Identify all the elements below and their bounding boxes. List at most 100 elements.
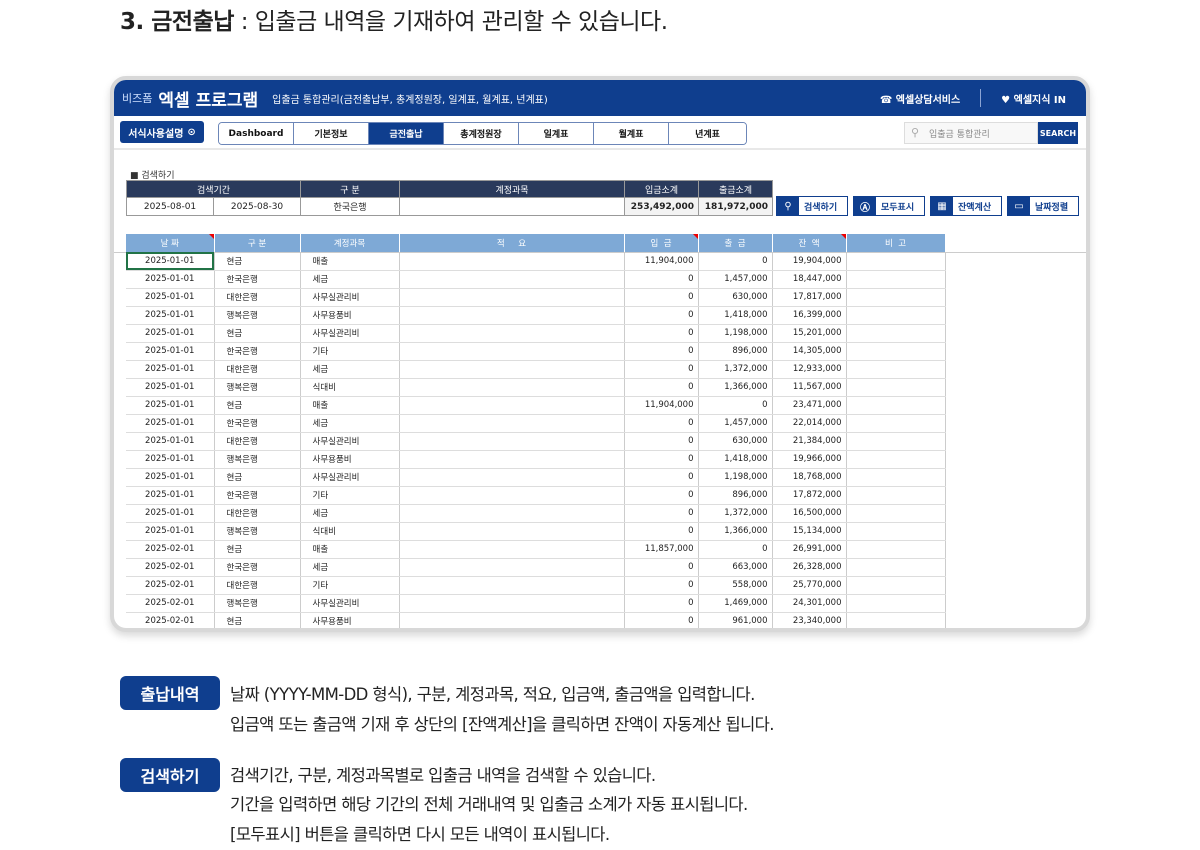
consult-link[interactable]: ☎ 엑셀상담서비스 [880, 91, 960, 106]
balance-cell[interactable]: 19,966,000 [772, 450, 847, 469]
guide-button[interactable]: 서식사용설명 ⊙ [120, 121, 204, 143]
balance-cell[interactable]: 19,904,000 [772, 252, 847, 271]
withdraw-cell[interactable]: 1,198,000 [698, 468, 773, 487]
memo-cell[interactable] [399, 432, 625, 451]
tab-basic-info[interactable]: 기본정보 [294, 123, 369, 144]
account-cell[interactable]: 사무실관리비 [300, 324, 400, 343]
search-input[interactable]: ⚲ 입출금 통합관리 [904, 122, 1038, 144]
account-cell[interactable]: 식대비 [300, 378, 400, 397]
deposit-cell[interactable]: 0 [624, 576, 699, 595]
withdraw-cell[interactable]: 1,457,000 [698, 270, 773, 289]
note-cell[interactable] [846, 540, 946, 559]
date-cell[interactable]: 2025-01-01 [126, 306, 215, 325]
balance-cell[interactable]: 23,471,000 [772, 396, 847, 415]
balance-cell[interactable]: 17,872,000 [772, 486, 847, 505]
memo-cell[interactable] [399, 414, 625, 433]
category-cell[interactable]: 대한은행 [214, 360, 301, 379]
memo-cell[interactable] [399, 468, 625, 487]
tab-daily[interactable]: 일계표 [519, 123, 594, 144]
deposit-cell[interactable]: 0 [624, 360, 699, 379]
deposit-cell[interactable]: 11,857,000 [624, 540, 699, 559]
account-cell[interactable]: 매출 [300, 540, 400, 559]
knowledge-link[interactable]: ♥ 엑셀지식 IN [1001, 91, 1066, 106]
memo-cell[interactable] [399, 576, 625, 595]
withdraw-cell[interactable]: 896,000 [698, 342, 773, 361]
withdraw-cell[interactable]: 663,000 [698, 558, 773, 577]
note-cell[interactable] [846, 270, 946, 289]
category-cell[interactable]: 현금 [214, 540, 301, 559]
deposit-cell[interactable]: 0 [624, 414, 699, 433]
deposit-cell[interactable]: 0 [624, 612, 699, 628]
note-cell[interactable] [846, 306, 946, 325]
category-cell[interactable]: 행복은행 [214, 306, 301, 325]
balance-cell[interactable]: 21,384,000 [772, 432, 847, 451]
note-cell[interactable] [846, 252, 946, 271]
category-cell[interactable]: 대한은행 [214, 504, 301, 523]
note-cell[interactable] [846, 360, 946, 379]
memo-cell[interactable] [399, 558, 625, 577]
withdraw-cell[interactable]: 896,000 [698, 486, 773, 505]
balance-cell[interactable]: 18,447,000 [772, 270, 847, 289]
date-cell[interactable]: 2025-02-01 [126, 576, 215, 595]
note-cell[interactable] [846, 288, 946, 307]
date-cell[interactable]: 2025-02-01 [126, 540, 215, 559]
deposit-cell[interactable]: 0 [624, 270, 699, 289]
memo-cell[interactable] [399, 306, 625, 325]
search-action-button[interactable]: ⚲ 검색하기 [776, 196, 848, 216]
note-cell[interactable] [846, 342, 946, 361]
memo-cell[interactable] [399, 522, 625, 541]
note-cell[interactable] [846, 612, 946, 628]
category-cell[interactable]: 한국은행 [214, 270, 301, 289]
balance-cell[interactable]: 26,991,000 [772, 540, 847, 559]
account-cell[interactable]: 사무실관리비 [300, 594, 400, 613]
account-cell[interactable]: 기타 [300, 576, 400, 595]
end-date-field[interactable]: 2025-08-30 [213, 197, 301, 216]
deposit-cell[interactable]: 0 [624, 378, 699, 397]
withdraw-cell[interactable]: 1,372,000 [698, 504, 773, 523]
date-cell[interactable]: 2025-01-01 [126, 342, 215, 361]
note-cell[interactable] [846, 594, 946, 613]
memo-cell[interactable] [399, 504, 625, 523]
memo-cell[interactable] [399, 288, 625, 307]
withdraw-cell[interactable]: 1,366,000 [698, 522, 773, 541]
note-cell[interactable] [846, 396, 946, 415]
balance-cell[interactable]: 18,768,000 [772, 468, 847, 487]
category-cell[interactable]: 한국은행 [214, 558, 301, 577]
balance-cell[interactable]: 23,340,000 [772, 612, 847, 628]
category-cell[interactable]: 한국은행 [214, 342, 301, 361]
account-cell[interactable]: 사무용품비 [300, 306, 400, 325]
deposit-cell[interactable]: 11,904,000 [624, 396, 699, 415]
calc-balance-button[interactable]: ▦ 잔액계산 [930, 196, 1002, 216]
deposit-cell[interactable]: 0 [624, 324, 699, 343]
memo-cell[interactable] [399, 594, 625, 613]
tab-dashboard[interactable]: Dashboard [219, 123, 294, 144]
balance-cell[interactable]: 16,500,000 [772, 504, 847, 523]
balance-cell[interactable]: 16,399,000 [772, 306, 847, 325]
account-cell[interactable]: 사무실관리비 [300, 288, 400, 307]
category-cell[interactable]: 행복은행 [214, 378, 301, 397]
withdraw-cell[interactable]: 1,418,000 [698, 450, 773, 469]
date-cell[interactable]: 2025-01-01 [126, 270, 215, 289]
deposit-cell[interactable]: 0 [624, 522, 699, 541]
deposit-cell[interactable]: 0 [624, 594, 699, 613]
note-cell[interactable] [846, 486, 946, 505]
withdraw-cell[interactable]: 1,198,000 [698, 324, 773, 343]
category-cell[interactable]: 현금 [214, 468, 301, 487]
account-cell[interactable]: 기타 [300, 342, 400, 361]
note-cell[interactable] [846, 522, 946, 541]
account-cell[interactable]: 사무실관리비 [300, 468, 400, 487]
withdraw-cell[interactable]: 1,469,000 [698, 594, 773, 613]
account-cell[interactable]: 세금 [300, 558, 400, 577]
account-cell[interactable]: 사무용품비 [300, 450, 400, 469]
balance-cell[interactable]: 24,301,000 [772, 594, 847, 613]
account-cell[interactable]: 사무용품비 [300, 612, 400, 628]
note-cell[interactable] [846, 450, 946, 469]
balance-cell[interactable]: 11,567,000 [772, 378, 847, 397]
deposit-cell[interactable]: 0 [624, 504, 699, 523]
category-cell[interactable]: 현금 [214, 612, 301, 628]
deposit-cell[interactable]: 0 [624, 558, 699, 577]
date-cell[interactable]: 2025-01-01 [126, 252, 215, 271]
account-cell[interactable]: 식대비 [300, 522, 400, 541]
date-cell[interactable]: 2025-01-01 [126, 432, 215, 451]
memo-cell[interactable] [399, 540, 625, 559]
